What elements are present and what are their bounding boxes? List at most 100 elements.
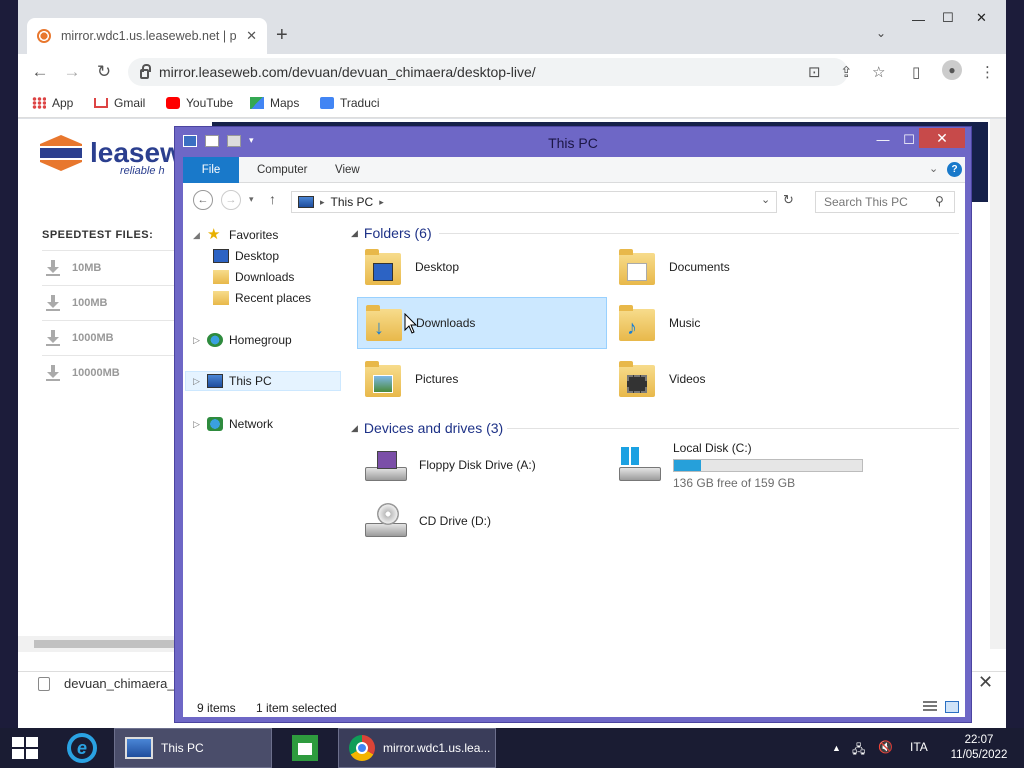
taskbar-explorer-this-pc[interactable]: This PC xyxy=(114,728,272,768)
drive-label: Local Disk (C:) xyxy=(673,440,752,455)
tab-computer[interactable]: Computer xyxy=(245,157,320,183)
drive-local-disk-c[interactable]: Local Disk (C:) 136 GB free of 159 GB xyxy=(611,433,863,497)
apps-grid-icon xyxy=(32,97,46,109)
show-hidden-icons-icon[interactable]: ▲ xyxy=(832,743,841,753)
translate-icon[interactable]: ⊡ xyxy=(808,63,821,81)
explorer-close-button[interactable]: ✕ xyxy=(919,128,965,148)
browser-tab[interactable]: mirror.wdc1.us.leaseweb.net | por ✕ xyxy=(27,18,267,54)
refresh-icon[interactable]: ↻ xyxy=(783,192,794,208)
network-icon xyxy=(207,417,223,431)
folder-documents[interactable]: Documents xyxy=(611,241,861,293)
nav-desktop[interactable]: Desktop xyxy=(213,246,279,266)
bookmark-maps[interactable]: Maps xyxy=(250,96,299,110)
new-tab-button[interactable]: + xyxy=(276,24,288,46)
back-button[interactable]: ← xyxy=(28,62,52,82)
collapse-arrow-icon[interactable]: ◢ xyxy=(193,230,201,241)
breadcrumb-separator-icon[interactable]: ▸ xyxy=(379,197,384,208)
collapse-group-icon[interactable]: ◢ xyxy=(351,228,358,239)
tab-view[interactable]: View xyxy=(323,157,372,183)
this-pc-icon xyxy=(207,374,223,388)
speedtest-link-1000mb[interactable]: 1000MB xyxy=(42,320,192,354)
speedtest-link-10000mb[interactable]: 10000MB xyxy=(42,355,192,389)
explorer-back-button[interactable]: ← xyxy=(193,190,213,210)
store-icon xyxy=(292,735,318,761)
breadcrumb-this-pc[interactable]: This PC xyxy=(331,195,374,209)
close-window-button[interactable]: ✕ xyxy=(976,10,987,26)
speedtest-link-100mb[interactable]: 100MB xyxy=(42,285,192,319)
address-dropdown-icon[interactable]: ⌄ xyxy=(761,193,770,206)
page-vertical-scrollbar[interactable] xyxy=(990,119,1006,649)
profile-avatar-icon[interactable]: ● xyxy=(942,60,962,80)
nav-recent-places[interactable]: Recent places xyxy=(213,288,311,308)
tab-file[interactable]: File xyxy=(183,157,239,183)
details-view-icon[interactable] xyxy=(923,701,937,713)
expand-arrow-icon[interactable]: ▷ xyxy=(193,376,201,387)
nav-this-pc[interactable]: ▷ This PC xyxy=(185,371,341,391)
nav-favorites[interactable]: ◢ ★ Favorites xyxy=(193,225,278,245)
up-one-level-icon[interactable]: ↑ xyxy=(269,191,276,207)
devices-group-header[interactable]: ◢ Devices and drives (3) xyxy=(351,420,503,436)
start-button[interactable] xyxy=(12,737,38,759)
explorer-forward-button[interactable]: → xyxy=(221,190,241,210)
maximize-button[interactable]: ☐ xyxy=(942,10,954,26)
side-panel-icon[interactable]: ▯ xyxy=(912,63,920,81)
folders-group-header[interactable]: ◢ Folders (6) xyxy=(351,225,432,241)
bookmark-gmail[interactable]: Gmail xyxy=(94,96,145,110)
reload-button[interactable]: ↻ xyxy=(92,62,116,82)
taskbar-chrome[interactable]: mirror.wdc1.us.lea... xyxy=(338,728,496,768)
volume-muted-icon[interactable]: 🔇 xyxy=(878,740,893,754)
download-item[interactable]: devuan_chimaera_ xyxy=(38,676,175,691)
bookmark-apps[interactable]: App xyxy=(32,96,73,110)
tab-search-chevron-icon[interactable]: ⌄ xyxy=(876,26,886,40)
taskbar-store[interactable] xyxy=(288,728,322,768)
nav-label: Recent places xyxy=(235,291,312,305)
folder-downloads[interactable]: ↓ Downloads xyxy=(357,297,607,349)
url-text[interactable]: mirror.leaseweb.com/devuan/devuan_chimae… xyxy=(159,64,536,80)
leaseweb-favicon-icon xyxy=(37,29,51,43)
expand-arrow-icon[interactable]: ▷ xyxy=(193,335,201,346)
forward-button[interactable]: → xyxy=(60,62,84,82)
share-icon[interactable]: ⇪ xyxy=(840,63,853,81)
drive-cd-d[interactable]: CD Drive (D:) xyxy=(357,495,607,547)
bookmark-star-icon[interactable]: ☆ xyxy=(872,63,885,81)
nav-label: Homegroup xyxy=(229,333,292,347)
speedtest-link-10mb[interactable]: 10MB xyxy=(42,250,192,284)
folder-videos[interactable]: Videos xyxy=(611,353,861,405)
minimize-button[interactable]: — xyxy=(912,12,925,27)
search-input[interactable]: Search This PC xyxy=(815,191,955,213)
nav-downloads[interactable]: Downloads xyxy=(213,267,294,287)
desktop-background-right xyxy=(1006,0,1024,728)
explorer-minimize-button[interactable]: — xyxy=(869,131,897,149)
folder-music[interactable]: ♪ Music xyxy=(611,297,861,349)
folder-pictures[interactable]: Pictures xyxy=(357,353,607,405)
explorer-titlebar[interactable]: ▾ This PC — ☐ ✕ xyxy=(175,127,971,157)
collapse-group-icon[interactable]: ◢ xyxy=(351,423,358,434)
drive-floppy-a[interactable]: Floppy Disk Drive (A:) xyxy=(357,439,607,491)
menu-kebab-icon[interactable]: ⋮ xyxy=(980,63,995,81)
input-language[interactable]: ITA xyxy=(910,740,928,754)
explorer-title: This PC xyxy=(548,135,598,151)
expand-arrow-icon[interactable]: ▷ xyxy=(193,419,201,430)
help-icon[interactable]: ? xyxy=(947,162,962,177)
nav-homegroup[interactable]: ▷ Homegroup xyxy=(193,330,292,350)
explorer-address-bar[interactable]: ▸ This PC ▸ xyxy=(291,191,777,213)
bookmark-youtube[interactable]: YouTube xyxy=(166,96,233,110)
bookmark-translate[interactable]: Traduci xyxy=(320,96,380,110)
large-icons-view-icon[interactable] xyxy=(945,701,959,713)
bookmark-label: App xyxy=(52,96,74,110)
close-tab-icon[interactable]: ✕ xyxy=(246,28,257,44)
recent-locations-icon[interactable]: ▾ xyxy=(249,194,254,205)
taskbar: e This PC mirror.wdc1.us.lea... ▲ 🖧 🔇 IT… xyxy=(0,728,1024,768)
system-clock[interactable]: 22:07 11/05/2022 xyxy=(944,733,1014,763)
expand-ribbon-icon[interactable]: ⌄ xyxy=(929,162,938,175)
content-pane: ◢ Folders (6) Desktop Documents ↓ Downlo… xyxy=(351,219,965,689)
close-download-shelf-icon[interactable]: ✕ xyxy=(978,672,993,693)
breadcrumb-separator-icon: ▸ xyxy=(320,196,325,207)
nav-network[interactable]: ▷ Network xyxy=(193,414,273,434)
speedtest-label: 10000MB xyxy=(72,366,120,379)
scrollbar-thumb[interactable] xyxy=(34,640,174,648)
network-tray-icon[interactable]: 🖧 xyxy=(852,740,865,761)
taskbar-internet-explorer[interactable]: e xyxy=(64,728,100,768)
folder-desktop[interactable]: Desktop xyxy=(357,241,607,293)
address-bar[interactable]: mirror.leaseweb.com/devuan/devuan_chimae… xyxy=(128,58,848,86)
